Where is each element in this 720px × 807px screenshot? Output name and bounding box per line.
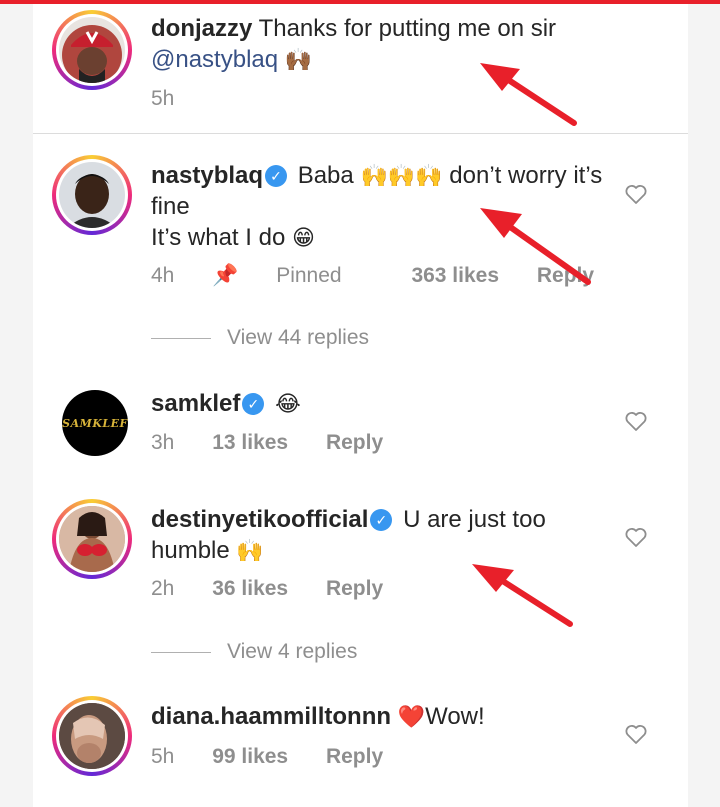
username[interactable]: donjazzy — [151, 15, 252, 42]
comment-time: 5h — [151, 87, 175, 110]
heart-icon[interactable] — [624, 722, 648, 746]
heart-icon[interactable] — [624, 525, 648, 549]
verified-badge-icon: ✓ — [370, 509, 393, 531]
heart-icon[interactable] — [624, 182, 648, 206]
replies-line — [151, 651, 211, 653]
view-replies-button[interactable]: View 44 replies — [151, 326, 369, 350]
avatar-samklef[interactable]: SAMKLEF — [62, 390, 128, 456]
samklef-logo: SAMKLEF — [62, 416, 128, 430]
likes-count[interactable]: 99 likes — [212, 745, 288, 768]
comment-text: It’s what I do — [151, 224, 286, 251]
reply-button[interactable]: Reply — [326, 577, 383, 600]
raised-hands-emoji: 🙌🙌🙌 — [360, 163, 443, 188]
raised-hands-emoji: 🙌 — [236, 538, 264, 563]
comment-time: 2h — [151, 577, 175, 600]
reply-button[interactable]: Reply — [326, 745, 383, 768]
username[interactable]: destinyetikoofficial — [151, 506, 368, 533]
avatar-donjazzy[interactable] — [52, 10, 132, 90]
verified-badge-icon: ✓ — [265, 165, 288, 187]
red-arrow-annotation — [480, 63, 577, 126]
avatar-diana[interactable] — [52, 696, 132, 776]
red-arrow-annotation — [480, 208, 591, 285]
laughing-emoji: 😂 — [275, 391, 301, 416]
comment-time: 4h — [151, 264, 175, 287]
heart-icon[interactable] — [624, 409, 648, 433]
likes-count[interactable]: 13 likes — [212, 431, 288, 454]
username[interactable]: nastyblaq — [151, 162, 263, 189]
username[interactable]: diana.haammilltonnn — [151, 703, 391, 730]
pinned-label: 📌 Pinned — [212, 264, 342, 287]
avatar-destinyetikoofficial[interactable] — [52, 499, 132, 579]
comment-text: Wow! — [425, 703, 485, 730]
verified-badge-icon: ✓ — [242, 393, 265, 415]
red-heart-emoji: ❤️ — [397, 704, 426, 729]
comment-time: 3h — [151, 431, 175, 454]
comment-time: 5h — [151, 745, 175, 768]
mention-link[interactable]: @nastyblaq — [151, 46, 278, 73]
view-replies-button[interactable]: View 4 replies — [151, 640, 357, 664]
raised-hands-emoji: 🙌🏾 — [284, 47, 313, 72]
comment-text: Baba — [297, 162, 354, 189]
comment-text: Thanks for putting me on sir — [258, 15, 557, 42]
red-arrow-annotation — [472, 564, 573, 627]
likes-count[interactable]: 36 likes — [212, 577, 288, 600]
replies-line — [151, 337, 211, 339]
grinning-emoji: 😁 — [291, 225, 315, 250]
username[interactable]: samklef — [151, 390, 240, 417]
avatar-nastyblaq[interactable] — [52, 155, 132, 235]
pin-icon: 📌 — [212, 264, 239, 287]
reply-button[interactable]: Reply — [326, 431, 383, 454]
